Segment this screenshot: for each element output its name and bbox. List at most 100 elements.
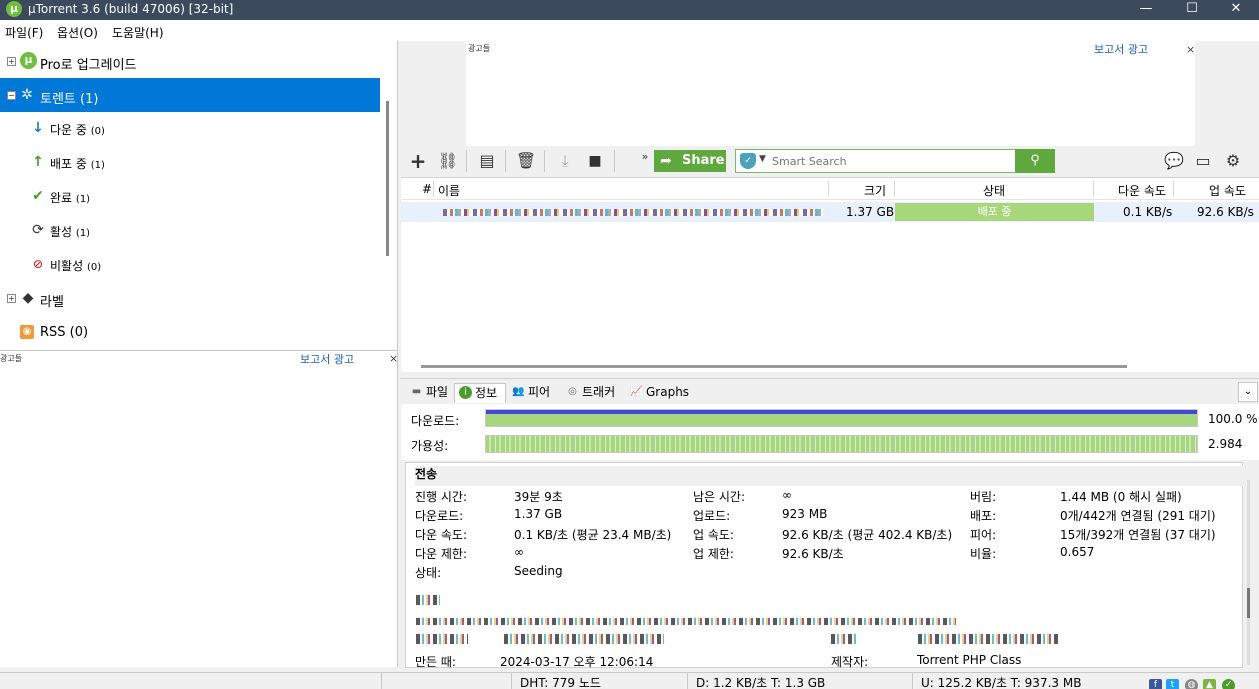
- sidebar-item-torrents[interactable]: − ✲ 토렌트 (1): [0, 78, 380, 112]
- network-ok-icon[interactable]: ✓: [1222, 679, 1235, 689]
- created-value: 2024-03-17 오후 12:06:14: [500, 655, 654, 669]
- ad-box[interactable]: [466, 41, 1195, 146]
- add-link-icon[interactable]: ⛓: [437, 150, 459, 172]
- list-horizontal-scrollbar[interactable]: [421, 365, 1127, 368]
- cell-size: 1.37 GB: [846, 205, 895, 219]
- sidebar-item-seeding[interactable]: ↑ 배포 중 (1): [0, 146, 380, 178]
- ratio-key: 비율:: [970, 547, 997, 561]
- sidebar-item-pro[interactable]: + µ Pro로 업그레이드: [0, 45, 380, 77]
- created-key: 만든 때:: [415, 655, 456, 669]
- chat-icon[interactable]: 💬: [1163, 150, 1185, 172]
- column-num[interactable]: #: [422, 182, 432, 196]
- remaining-key: 남은 시간:: [693, 490, 746, 504]
- down-speed-value: 0.1 KB/초 (평균 23.4 MB/초): [514, 528, 672, 542]
- creator-key: 제작자:: [831, 655, 869, 669]
- chevron-down-icon[interactable]: ⌄: [1238, 382, 1258, 402]
- torrent-list: # 이름 크기 상태 다운 속도 업 속도 1.37 GB 배포 중 0.1 K…: [401, 177, 1259, 372]
- start-download-icon[interactable]: ⤓: [554, 150, 576, 172]
- ad-label: 광고들: [468, 44, 491, 53]
- chevron-down-icon[interactable]: ▼: [759, 154, 766, 164]
- status-blank: [381, 673, 511, 689]
- down-limit-value: ∞: [514, 545, 524, 559]
- share-button[interactable]: ➦ Share: [654, 150, 726, 172]
- close-ad-icon[interactable]: ×: [1186, 43, 1195, 56]
- android-icon[interactable]: ▲: [1203, 679, 1216, 689]
- search-input[interactable]: [772, 152, 1012, 170]
- upload-arrow-icon: ↑: [32, 154, 44, 170]
- sidebar-label: 비활성 (0): [50, 259, 102, 273]
- checkmark-icon: ✔: [32, 188, 44, 204]
- sidebar-scrollbar[interactable]: [386, 101, 389, 256]
- sidebar-item-rss[interactable]: ◉ RSS (0): [0, 316, 380, 348]
- sidebar-item-inactive[interactable]: ⊘ 비활성 (0): [0, 248, 380, 280]
- uploaded-value: 923 MB: [782, 507, 828, 521]
- column-size[interactable]: 크기: [864, 182, 886, 199]
- creator-value: Torrent PHP Class: [917, 653, 1022, 667]
- column-down-speed[interactable]: 다운 속도: [1118, 182, 1166, 199]
- delete-trash-icon[interactable]: 🗑: [515, 150, 537, 172]
- maximize-button[interactable]: ☐: [1169, 0, 1215, 20]
- search-icon[interactable]: ⚲: [1015, 149, 1055, 173]
- expand-icon[interactable]: +: [7, 57, 16, 66]
- detail-tabs: ▬ 파일 i 정보 👥 피어 ◎ 트래커 📈 Graphs ⌄: [400, 378, 1259, 404]
- column-up-speed[interactable]: 업 속도: [1209, 182, 1246, 199]
- tab-graphs[interactable]: 📈 Graphs: [626, 383, 689, 403]
- up-limit-key: 업 제한:: [693, 547, 734, 561]
- add-torrent-icon[interactable]: +: [407, 150, 429, 172]
- cell-status: 배포 중: [895, 203, 1094, 221]
- availability-label: 가용성:: [411, 439, 449, 453]
- availability-bar: [485, 435, 1198, 453]
- report-ad-link[interactable]: 보고서 광고: [300, 351, 354, 367]
- table-row[interactable]: 1.37 GB 배포 중 0.1 KB/s 92.6 KB/s: [401, 202, 1259, 222]
- download-status: D: 1.2 KB/초 T: 1.3 GB: [687, 673, 912, 689]
- column-status[interactable]: 상태: [983, 182, 1005, 199]
- info-scrollbar[interactable]: [1247, 480, 1250, 665]
- graph-icon: 📈: [630, 386, 643, 397]
- sidebar-item-labels[interactable]: + ◆ 라벨: [0, 282, 380, 314]
- close-window-button[interactable]: ✕: [1213, 0, 1259, 20]
- sidebar-label: 토렌트 (1): [40, 92, 99, 107]
- tab-files[interactable]: ▬ 파일: [406, 383, 454, 403]
- sidebar-label: RSS (0): [40, 325, 89, 340]
- column-name[interactable]: 이름: [438, 182, 460, 199]
- close-ad-icon[interactable]: ×: [389, 352, 398, 365]
- expand-icon[interactable]: +: [7, 294, 16, 303]
- tab-peers[interactable]: 👥 피어: [508, 383, 558, 403]
- menu-options[interactable]: 옵션(O): [57, 24, 98, 41]
- gear-icon[interactable]: ⚙: [1222, 150, 1244, 172]
- redacted-key: [831, 634, 857, 644]
- rss-icon: ◉: [20, 325, 34, 339]
- down-speed-key: 다운 속도:: [415, 528, 468, 542]
- tab-info[interactable]: i 정보: [454, 383, 506, 403]
- sidebar-item-downloading[interactable]: ↓ 다운 중 (0): [0, 112, 380, 144]
- up-speed-key: 업 속도:: [693, 528, 734, 542]
- wasted-key: 버림:: [970, 490, 997, 504]
- torrents-icon: ✲: [21, 87, 33, 103]
- title-bar: µ µTorrent 3.6 (build 47006) [32-bit] — …: [0, 0, 1259, 20]
- download-arrow-icon: ↓: [32, 120, 44, 136]
- more-toolbar-icon[interactable]: »: [634, 146, 656, 168]
- sidebar-item-completed[interactable]: ✔ 완료 (1): [0, 180, 380, 212]
- remote-device-icon[interactable]: ▭: [1192, 150, 1214, 172]
- minimize-button[interactable]: —: [1123, 0, 1169, 20]
- collapse-icon[interactable]: −: [7, 91, 16, 100]
- shield-icon[interactable]: ✓: [740, 153, 756, 169]
- globe-icon[interactable]: ◍: [1185, 679, 1198, 689]
- create-torrent-icon[interactable]: ▤: [476, 150, 498, 172]
- download-value: 100.0 %: [1208, 412, 1258, 426]
- tab-trackers[interactable]: ◎ 트래커: [562, 383, 624, 403]
- sidebar-item-active[interactable]: ⟳ 활성 (1): [0, 214, 380, 246]
- dht-status: DHT: 779 노드: [511, 673, 687, 689]
- utorrent-logo-icon: µ: [6, 1, 22, 17]
- redacted-value: [918, 634, 1058, 644]
- report-ad-link[interactable]: 보고서 광고: [1094, 41, 1148, 57]
- menu-help[interactable]: 도움말(H): [112, 24, 164, 41]
- torrent-name-redacted: [443, 209, 823, 216]
- sidebar-label: Pro로 업그레이드: [40, 58, 137, 73]
- redacted-text: [416, 618, 956, 625]
- facebook-icon[interactable]: f: [1149, 679, 1162, 689]
- twitter-icon[interactable]: t: [1166, 679, 1179, 689]
- menu-file[interactable]: 파일(F): [5, 24, 43, 41]
- stop-icon[interactable]: ■: [584, 150, 606, 172]
- peers-icon: 👥: [512, 386, 525, 397]
